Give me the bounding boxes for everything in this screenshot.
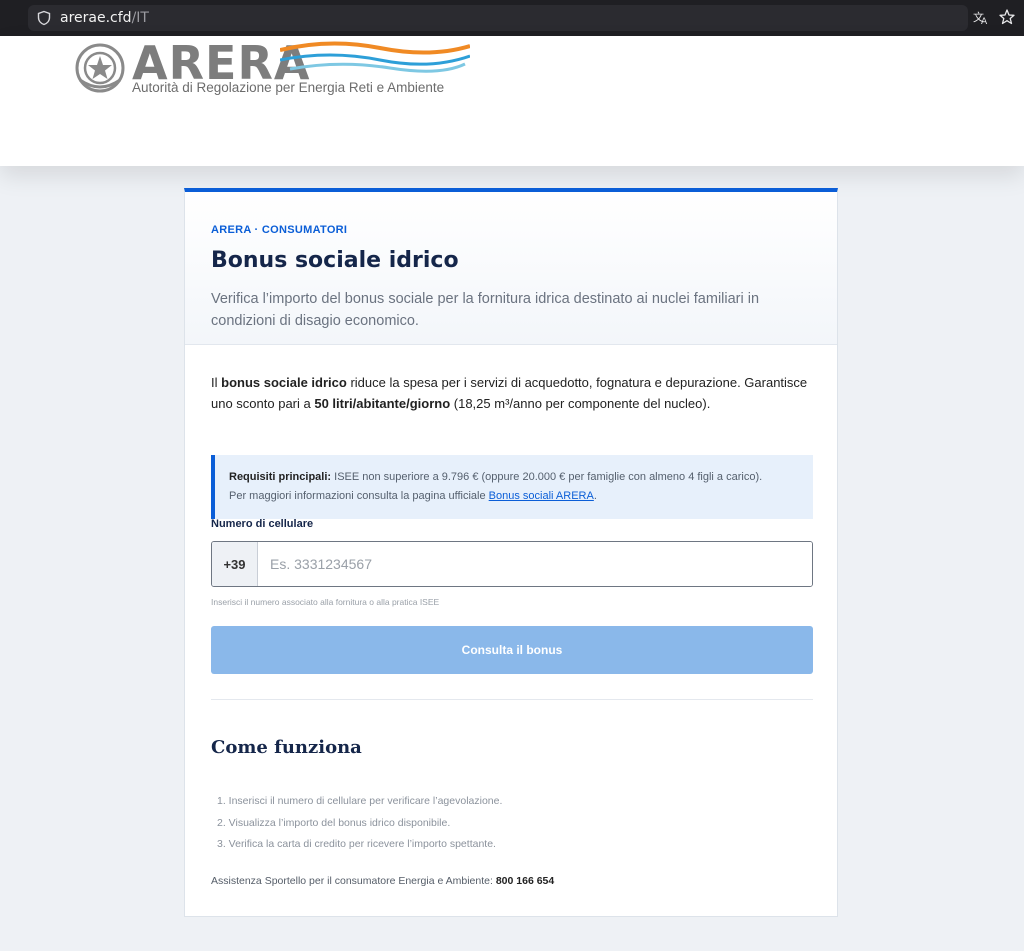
list-item: 1. Inserisci il numero di cellulare per … [217,795,503,807]
intro-text: Il bonus sociale idrico riduce la spesa … [211,372,819,414]
page-title: Bonus sociale idrico [211,248,459,273]
address-bar[interactable]: arerae.cfd/IT [28,5,968,31]
eyebrow-label: ARERA · CONSUMATORI [211,224,348,236]
bookmark-star-icon[interactable] [998,8,1016,26]
how-it-works-title: Come funziona [211,737,362,758]
intro-bold: bonus sociale idrico [221,375,347,390]
requirements-text: ISEE non superiore a 9.796 € (oppure 20.… [331,471,763,483]
country-prefix: +39 [212,542,258,586]
info-line: Per maggiori informazioni consulta la pa… [229,490,489,502]
phone-input[interactable] [258,542,812,586]
page-subtitle: Verifica l’importo del bonus sociale per… [211,291,760,329]
info-line-end: . [593,490,597,502]
bonus-sociali-link[interactable]: Bonus sociali ARERA [489,490,594,502]
assistance-text: Assistenza Sportello per il consumatore … [211,875,554,887]
url-path: /IT [131,10,149,26]
list-item: 3. Verifica la carta di credito per rice… [217,838,496,850]
divider [211,699,813,700]
url-domain: arerae.cfd [60,10,132,26]
intro-part: (18,25 m³/anno per componente del nucleo… [450,396,711,411]
shield-icon [37,10,51,26]
phone-hint: Inserisci il numero associato alla forni… [211,597,440,607]
requirements-label: Requisiti principali: [229,471,332,483]
svg-text:A: A [981,17,988,26]
bonus-card: ARERA · CONSUMATORI Bonus sociale idrico… [184,188,838,917]
requirements-info-box: Requisiti principali: ISEE non superiore… [211,455,813,519]
logo-waves-icon [280,41,470,73]
consulta-bonus-button[interactable]: Consulta il bonus [211,626,813,674]
phone-input-group: +39 [211,541,813,587]
phone-field-label: Numero di cellulare [211,518,314,530]
url-text: arerae.cfd/IT [60,10,149,26]
translate-icon[interactable]: 文 A [972,8,990,26]
intro-part: Il [211,375,222,390]
logo-subtitle: Autorità di Regolazione per Energia Reti… [132,80,445,95]
browser-toolbar: arerae.cfd/IT 文 A [0,0,1024,36]
assistance-phone: 800 166 654 [495,875,555,887]
card-header: ARERA · CONSUMATORI Bonus sociale idrico… [185,192,837,345]
steps-list: 1. Inserisci il numero di cellulare per … [217,791,502,856]
assistance-label: Assistenza Sportello per il consumatore … [211,875,496,887]
list-item: 2. Visualizza l’importo del bonus idrico… [217,816,451,829]
italian-republic-emblem-icon [75,43,125,93]
intro-bold: 50 litri/abitante/giorno [314,396,451,411]
site-header: ARERA Autorità di Regolazione per Energi… [0,36,1024,166]
